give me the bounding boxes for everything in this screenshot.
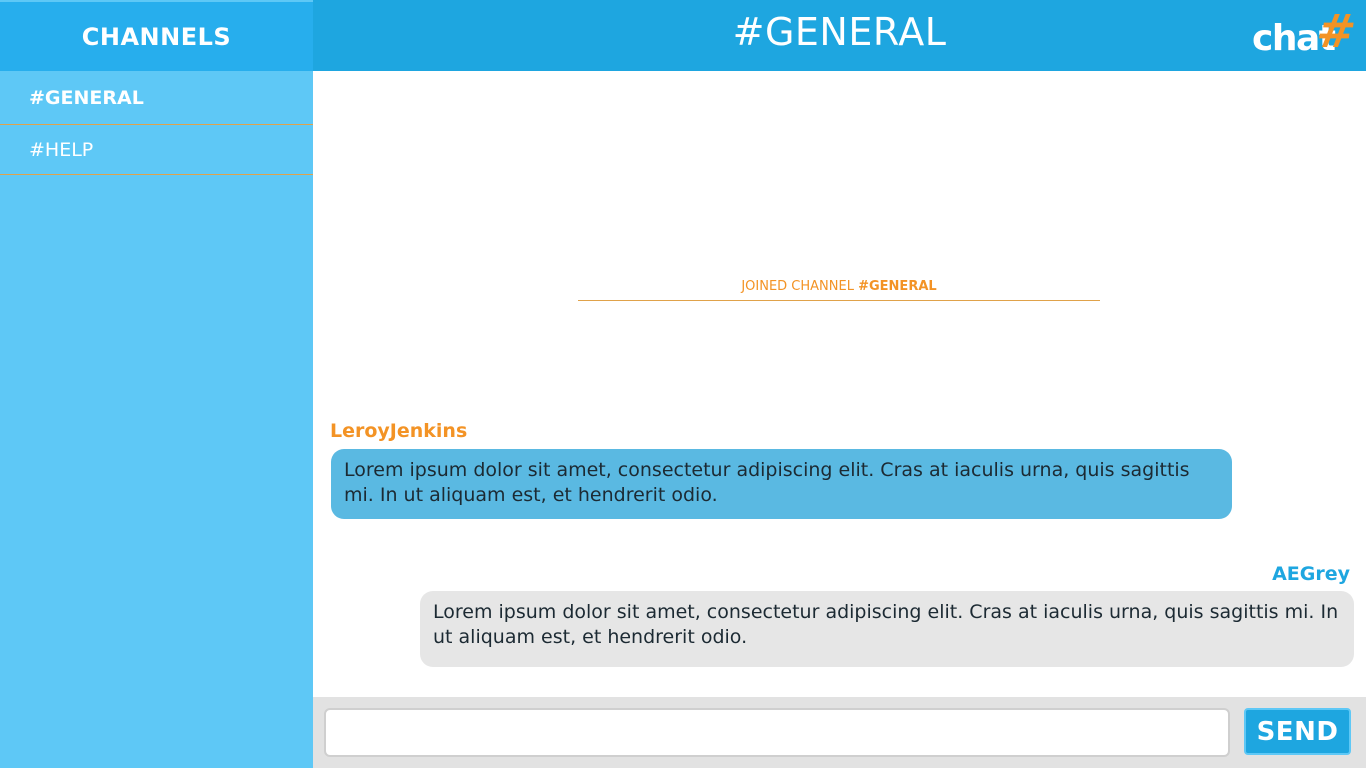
logo-hash-icon: # — [1313, 4, 1360, 58]
message-bubble-incoming: Lorem ipsum dolor sit amet, consectetur … — [331, 449, 1232, 519]
channel-title: #GENERAL — [732, 10, 947, 54]
top-bar: #GENERAL chat # — [313, 0, 1366, 71]
joined-prefix: JOINED CHANNEL — [741, 279, 854, 294]
message-bubble-own: Lorem ipsum dolor sit amet, consectetur … — [420, 591, 1354, 667]
joined-channel-notice: JOINED CHANNEL #GENERAL — [578, 279, 1100, 301]
message-list[interactable]: JOINED CHANNEL #GENERAL LeroyJenkins Lor… — [313, 71, 1366, 697]
message-username[interactable]: AEGrey — [1272, 563, 1350, 585]
channel-sidebar: CHANNELS #GENERAL #HELP — [0, 0, 313, 768]
send-button[interactable]: SEND — [1244, 708, 1351, 755]
sidebar-title: CHANNELS — [81, 22, 232, 51]
joined-channel-name: #GENERAL — [858, 279, 937, 294]
message-composer: SEND — [313, 697, 1366, 768]
message-username[interactable]: LeroyJenkins — [330, 420, 467, 442]
chat-logo: chat # — [1252, 4, 1360, 62]
sidebar-header: CHANNELS — [0, 0, 313, 71]
channel-item-help[interactable]: #HELP — [0, 125, 313, 175]
message-input[interactable] — [324, 708, 1230, 757]
channel-item-general[interactable]: #GENERAL — [0, 71, 313, 125]
